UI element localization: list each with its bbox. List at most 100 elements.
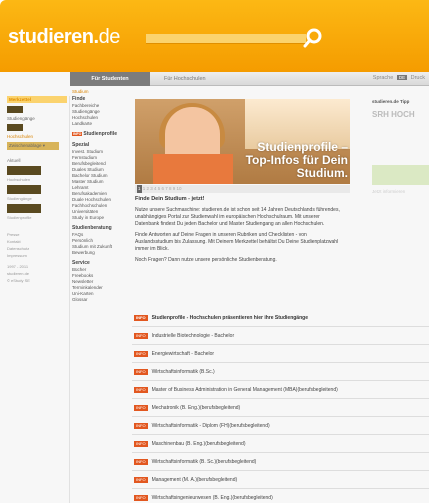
aktuell-link-3[interactable]: Studienprofile <box>7 215 67 220</box>
list-item[interactable]: INFO Mechatronik (B. Eng.)(berufsbegleite… <box>132 399 429 417</box>
info-tag: INFO <box>134 440 148 447</box>
list-item[interactable]: INFO Wirtschaftsinformatik - Diplom (FH)(… <box>132 417 429 435</box>
list-item-label: Wirtschaftsingenieurwesen (B. Eng.)(beru… <box>151 495 273 501</box>
spezial-link-4[interactable]: Duales Studium <box>72 167 134 172</box>
right-sidebar: studieren.de Tipp SRH HOCH Jetzt informi… <box>372 99 429 309</box>
column-divider <box>69 96 70 503</box>
aktuell-logo-3 <box>7 204 41 213</box>
list-item[interactable]: INFO Master of Business Administration in… <box>132 381 429 399</box>
service-link-2[interactable]: Freebooks <box>72 273 134 278</box>
clipboard-dropdown[interactable]: Zwischenablage ▾ <box>7 142 59 150</box>
info-tag: INFO <box>134 494 148 501</box>
hero-title-line2: Top-Infos für Dein Studium. <box>245 153 348 180</box>
list-item[interactable]: INFO Wirtschaftsinformatik (B. Sc.)(beruf… <box>132 453 429 471</box>
hero-pager[interactable]: 1 1 2 3 4 5 6 7 8 9 10 <box>135 185 350 193</box>
footer-link-presse[interactable]: Presse <box>7 232 67 237</box>
article-heading: Finde Dein Studium - jetzt! <box>135 196 205 202</box>
merkzettel-heading[interactable]: Merkzettel <box>7 96 67 103</box>
spezial-link-9[interactable]: Duale Hochschulen <box>72 197 134 202</box>
finde-link-2[interactable]: Studiengänge <box>72 109 134 114</box>
ad-faint-text[interactable]: Jetzt informieren <box>372 189 429 194</box>
spezial-link-12[interactable]: Study in Europe <box>72 215 134 220</box>
beratung-link-4[interactable]: Bewerbung <box>72 250 134 255</box>
list-item[interactable]: INFO Management (M. A.)(berufsbegleitend) <box>132 471 429 489</box>
search-input[interactable] <box>146 34 306 44</box>
list-item[interactable]: INFO Maschinenbau (B. Eng.)(berufsbegleit… <box>132 435 429 453</box>
spezial-link-2[interactable]: Fernstudium <box>72 155 134 160</box>
info-tag: INFO <box>134 404 148 411</box>
spezial-link-11[interactable]: Universitäten <box>72 209 134 214</box>
spezial-link-7[interactable]: Lehramt <box>72 185 134 190</box>
list-item[interactable]: INFO Wirtschaftsingenieurwesen (B. Eng.)(… <box>132 489 429 503</box>
srh-ad[interactable]: SRH HOCH <box>372 110 429 119</box>
list-item-label: Management (M. A.)(berufsbegleitend) <box>151 477 238 483</box>
article-paragraph-1: Nutze unsere Suchmaschine: studieren.de … <box>135 207 340 227</box>
main-nav: Für Studenten Für Hochschulen Sprache DE… <box>70 72 429 86</box>
beratung-list: FAQs Persönlich Studium mit Zukunft Bewerbu… <box>72 232 134 255</box>
service-link-5[interactable]: Uni-Karten <box>72 291 134 296</box>
print-label[interactable]: Druck <box>411 75 425 81</box>
list-item-label: Mechatronik (B. Eng.)(berufsbegleitend) <box>151 405 241 411</box>
service-link-4[interactable]: Terminkalender <box>72 285 134 290</box>
footer-link-datenschutz[interactable]: Datenschutz <box>7 246 67 251</box>
service-list: Bücher Freebooks Newsletter Terminkalender U… <box>72 267 134 302</box>
site-header: studieren.de <box>0 0 429 72</box>
spezial-link-3[interactable]: Berufsbegleitend <box>72 161 134 166</box>
service-link-6[interactable]: Glossar <box>72 297 134 302</box>
logo-main: studieren <box>8 26 94 48</box>
finde-link-3[interactable]: Hochschulen <box>72 115 134 120</box>
aktuell-link-1[interactable]: Hochschulen <box>7 177 67 182</box>
search-icon[interactable] <box>303 27 325 49</box>
finde-heading: Finde <box>72 96 86 102</box>
list-item-label: Wirtschaftsinformatik - Diplom (FH)(beru… <box>151 423 270 429</box>
finde-link-1[interactable]: Fachbereiche <box>72 103 134 108</box>
pager-numbers[interactable]: 1 2 3 4 5 6 7 8 9 10 <box>143 186 182 191</box>
intro-article: Finde Dein Studium - jetzt! Nutze unsere… <box>135 196 345 268</box>
nav-column: Finde Fachbereiche Studiengänge Hochschu… <box>72 96 134 302</box>
list-item[interactable]: INFO Industrielle Biotechnologie - Bachel… <box>132 327 429 345</box>
left-link-studiengaenge[interactable]: Studiengänge <box>7 116 67 121</box>
language-label: Sprache <box>372 75 394 81</box>
footer-link-impressum[interactable]: Impressum <box>7 253 67 258</box>
service-link-3[interactable]: Newsletter <box>72 279 134 284</box>
hero-banner[interactable]: Studienprofile – Top-Infos für Dein Stud… <box>135 99 350 184</box>
spezial-list: Invest. Studium Fernstudium Berufsbegleite… <box>72 149 134 220</box>
info-tag: INFO <box>134 422 148 429</box>
beratung-link-1[interactable]: FAQs <box>72 232 134 237</box>
spezial-link-5[interactable]: Bachelor Studium <box>72 173 134 178</box>
spezial-link-6[interactable]: Master Studium <box>72 179 134 184</box>
list-heading: INFO Studienprofile - Hochschulen präsent… <box>132 309 429 327</box>
service-link-1[interactable]: Bücher <box>72 267 134 272</box>
info-tag: INFO <box>134 350 148 357</box>
list-item[interactable]: INFO Energiewirtschaft - Bachelor <box>132 345 429 363</box>
info-tag: INFO <box>134 368 148 375</box>
merkzettel-logo-2 <box>7 124 23 131</box>
hero-title: Studienprofile – Top-Infos für Dein Stud… <box>213 141 348 180</box>
ad-green-box[interactable] <box>372 165 429 185</box>
pager-active[interactable]: 1 <box>137 185 142 193</box>
list-item[interactable]: INFO Wirtschaftsinformatik (B.Sc.) <box>132 363 429 381</box>
language-switch[interactable]: Sprache DE Druck <box>373 75 425 81</box>
breadcrumb[interactable]: Studium <box>72 89 89 94</box>
left-link-hochschulen[interactable]: Hochschulen <box>7 134 67 139</box>
spezial-link-10[interactable]: Fachhochschulen <box>72 203 134 208</box>
finde-link-4[interactable]: Landkarte <box>72 121 134 126</box>
footer-link-kontakt[interactable]: Kontakt <box>7 239 67 244</box>
language-code[interactable]: DE <box>396 75 408 80</box>
aktuell-logo-2 <box>7 185 41 194</box>
beratung-link-3[interactable]: Studium mit Zukunft <box>72 244 134 249</box>
list-item-label: Industrielle Biotechnologie - Bachelor <box>151 333 235 339</box>
tipp-title: studieren.de Tipp <box>372 99 410 104</box>
list-rows: INFO Industrielle Biotechnologie - Bachel… <box>132 327 429 503</box>
article-paragraph-3: Noch Fragen? Dann nutze unsere persönlic… <box>135 257 277 263</box>
tab-students[interactable]: Für Studenten <box>70 72 150 86</box>
aktuell-link-2[interactable]: Studiengänge <box>7 196 67 201</box>
tab-universities[interactable]: Für Hochschulen <box>154 72 216 86</box>
beratung-link-2[interactable]: Persönlich <box>72 238 134 243</box>
site-logo[interactable]: studieren.de <box>8 26 120 49</box>
info-tag: INFO <box>134 458 148 465</box>
spezial-link-1[interactable]: Invest. Studium <box>72 149 134 154</box>
info-tag: INFO <box>134 476 148 483</box>
spezial-link-8[interactable]: Berufsakademien <box>72 191 134 196</box>
studienprofile-heading[interactable]: INFO Studienprofile <box>72 131 134 137</box>
